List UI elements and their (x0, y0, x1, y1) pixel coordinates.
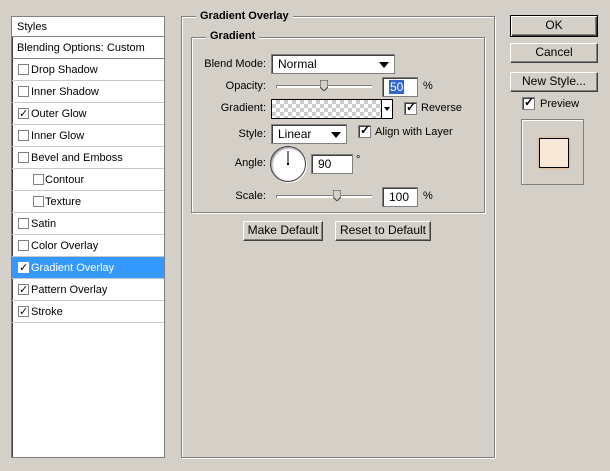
style-checkbox-inner-shadow[interactable] (18, 86, 29, 97)
style-dropdown[interactable]: Linear (271, 124, 347, 144)
opacity-slider-thumb[interactable] (320, 80, 328, 91)
scale-input[interactable]: 100 (382, 187, 418, 207)
scale-value: 100 (389, 190, 410, 204)
style-item-texture[interactable]: Texture (12, 191, 164, 213)
style-item-label: Bevel and Emboss (31, 152, 123, 164)
chevron-down-icon (379, 62, 389, 68)
gradient-dropdown-icon[interactable] (381, 100, 392, 118)
style-checkbox-satin[interactable] (18, 218, 29, 229)
style-item-stroke[interactable]: Stroke (12, 301, 164, 323)
style-checkbox-bevel-and-emboss[interactable] (18, 152, 29, 163)
blend-mode-label: Blend Mode: (204, 58, 266, 70)
chevron-down-icon (331, 132, 341, 138)
style-checkbox-drop-shadow[interactable] (18, 64, 29, 75)
scale-slider-thumb[interactable] (333, 190, 342, 201)
style-item-color-overlay[interactable]: Color Overlay (12, 235, 164, 257)
style-item-pattern-overlay[interactable]: Pattern Overlay (12, 279, 164, 301)
reverse-checkbox[interactable] (404, 100, 417, 115)
style-item-label: Contour (45, 174, 85, 186)
style-item-inner-shadow[interactable]: Inner Shadow (12, 81, 164, 103)
style-item-label: Drop Shadow (31, 64, 98, 76)
style-checkbox-color-overlay[interactable] (18, 240, 29, 251)
preview-checkbox[interactable] (522, 95, 535, 110)
cancel-button[interactable]: Cancel (510, 43, 598, 63)
blend-mode-value: Normal (278, 57, 317, 71)
section-title: Gradient Overlay (196, 10, 293, 22)
angle-label: Angle: (234, 157, 266, 169)
angle-dial[interactable] (270, 146, 306, 182)
style-items-list: Drop Shadow Inner Shadow Outer Glow Inner G… (12, 59, 164, 323)
preview-swatch (539, 138, 569, 168)
style-item-label: Pattern Overlay (31, 284, 108, 296)
style-checkbox-texture[interactable] (33, 196, 44, 207)
group-title: Gradient (206, 30, 260, 42)
angle-input[interactable]: 90 (311, 154, 353, 174)
angle-unit: ° (356, 154, 361, 166)
style-item-label: Gradient Overlay (31, 262, 115, 274)
opacity-input[interactable]: 50 (382, 77, 418, 97)
opacity-label: Opacity: (225, 80, 266, 92)
style-checkbox-gradient-overlay[interactable] (18, 257, 29, 279)
styles-header[interactable]: Styles (12, 17, 164, 37)
style-item-gradient-overlay[interactable]: Gradient Overlay (12, 257, 164, 279)
style-checkbox-contour[interactable] (33, 174, 44, 185)
align-with-layer-label: Align with Layer (375, 126, 453, 138)
style-item-bevel-and-emboss[interactable]: Bevel and Emboss (12, 147, 164, 169)
scale-label: Scale: (235, 190, 266, 202)
style-checkbox-inner-glow[interactable] (18, 130, 29, 141)
style-item-drop-shadow[interactable]: Drop Shadow (12, 59, 164, 81)
opacity-unit: % (423, 80, 433, 92)
opacity-value: 50 (389, 80, 405, 94)
style-checkbox-stroke[interactable] (18, 301, 29, 323)
make-default-button[interactable]: Make Default (243, 221, 323, 241)
reverse-label: Reverse (421, 102, 462, 114)
style-label: Style: (238, 128, 266, 140)
style-value: Linear (278, 127, 312, 141)
align-with-layer-checkbox[interactable] (358, 123, 371, 138)
style-item-label: Outer Glow (31, 108, 87, 120)
preview-label: Preview (540, 98, 580, 110)
style-item-label: Inner Shadow (31, 86, 99, 98)
style-item-label: Stroke (31, 306, 63, 318)
style-item-label: Satin (31, 218, 57, 230)
style-item-label: Texture (45, 196, 82, 208)
blending-options-item[interactable]: Blending Options: Custom (12, 37, 164, 59)
style-item-satin[interactable]: Satin (12, 213, 164, 235)
gradient-label: Gradient: (220, 102, 266, 114)
angle-dial-needle-icon (287, 151, 289, 165)
style-checkbox-pattern-overlay[interactable] (18, 279, 29, 301)
scale-slider-track[interactable] (276, 195, 372, 198)
scale-unit: % (423, 190, 433, 202)
reset-to-default-button[interactable]: Reset to Default (335, 221, 431, 241)
style-item-label: Color Overlay (31, 240, 99, 252)
style-item-label: Inner Glow (31, 130, 85, 142)
styles-list-panel: Styles Blending Options: Custom Drop Sha… (11, 16, 165, 458)
gradient-picker[interactable] (271, 99, 393, 119)
angle-value: 90 (318, 157, 332, 171)
style-item-outer-glow[interactable]: Outer Glow (12, 103, 164, 125)
style-item-contour[interactable]: Contour (12, 169, 164, 191)
blend-mode-dropdown[interactable]: Normal (271, 54, 395, 74)
ok-button[interactable]: OK (510, 15, 598, 37)
preview-thumbnail (521, 119, 584, 185)
new-style-button[interactable]: New Style... (510, 72, 598, 92)
style-checkbox-outer-glow[interactable] (18, 103, 29, 125)
style-item-inner-glow[interactable]: Inner Glow (12, 125, 164, 147)
